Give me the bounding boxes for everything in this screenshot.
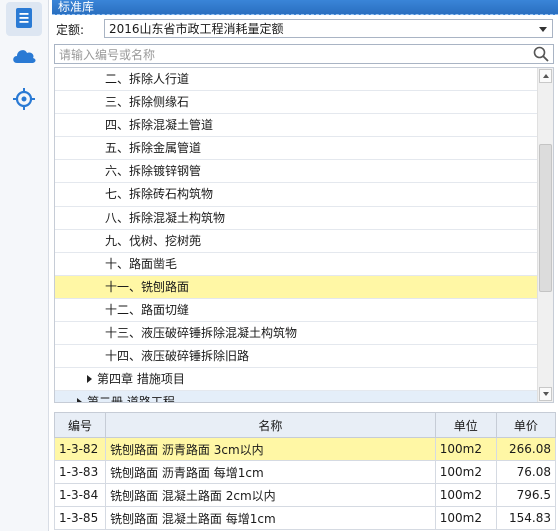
tree-item-label: 十、路面凿毛 <box>105 256 178 271</box>
cell-price: 154.83 <box>495 506 557 530</box>
expand-arrow-icon[interactable] <box>87 375 92 384</box>
cell-name: 铣刨路面 混凝土路面 每增1cm <box>105 506 436 530</box>
tree-item-label: 第二册 道路工程 <box>87 395 175 403</box>
tree-scrollbar[interactable] <box>537 68 553 402</box>
cell-code: 1-3-82 <box>53 437 107 461</box>
quota-item-table: 编号 名称 单位 单价 1-3-82 铣刨路面 沥青路面 3cm以内 100m2 26… <box>53 412 557 530</box>
quota-row: 定额: 2016山东省市政工程消耗量定额 <box>52 18 556 40</box>
standard-library-panel: 标准库 定额: 2016山东省市政工程消耗量定额 二、拆除人行道三、拆除侧缘石四… <box>52 0 558 531</box>
scroll-up-icon[interactable] <box>539 69 552 83</box>
tree-item-label: 十一、铣刨路面 <box>105 279 190 294</box>
tree-item[interactable]: 五、拆除金属管道 <box>55 137 539 161</box>
table-header-row: 编号 名称 单位 单价 <box>53 412 557 438</box>
tree-item[interactable]: 六、拆除镀锌钢管 <box>55 160 539 184</box>
tree-item[interactable]: 八、拆除混凝土构筑物 <box>55 207 539 230</box>
quota-select-value: 2016山东省市政工程消耗量定额 <box>109 22 284 36</box>
cell-unit: 100m2 <box>434 483 497 507</box>
chevron-down-icon <box>539 27 547 32</box>
tree-item-label: 八、拆除混凝土构筑物 <box>105 210 226 225</box>
col-price-header[interactable]: 单价 <box>495 412 557 438</box>
tree-item[interactable]: 十、路面凿毛 <box>55 253 539 276</box>
tree-item[interactable]: 七、拆除砖石构筑物 <box>55 183 539 207</box>
quota-select[interactable]: 2016山东省市政工程消耗量定额 <box>104 19 553 38</box>
tree-item[interactable]: 四、拆除混凝土管道 <box>55 114 539 138</box>
cell-name: 铣刨路面 沥青路面 3cm以内 <box>105 437 436 461</box>
table-body: 1-3-82 铣刨路面 沥青路面 3cm以内 100m2 266.08 1-3-83 铣刨… <box>53 437 557 530</box>
tree-item-label: 三、拆除侧缘石 <box>105 95 190 110</box>
tree-item-label: 九、伐树、挖树蔸 <box>105 233 202 248</box>
search-input[interactable] <box>55 45 521 64</box>
col-name-header[interactable]: 名称 <box>105 412 436 438</box>
tree-rows: 二、拆除人行道 三、拆除侧缘石四、拆除混凝土管道 五、拆除金属管道 六、拆除镀锌钢管七… <box>55 68 539 403</box>
library-list-button[interactable] <box>6 2 42 36</box>
search-box <box>54 44 554 64</box>
tree-item-label: 十四、液压破碎锤拆除旧路 <box>105 349 250 364</box>
tree-item[interactable]: 十三、液压破碎锤拆除混凝土构筑物 <box>55 322 539 346</box>
col-code-header[interactable]: 编号 <box>53 412 107 438</box>
scroll-down-icon[interactable] <box>539 387 552 401</box>
cell-name: 铣刨路面 沥青路面 每增1cm <box>105 460 436 484</box>
tree-item[interactable]: 十二、路面切缝 <box>55 299 539 323</box>
cell-code: 1-3-84 <box>53 483 107 507</box>
tree-item-label: 四、拆除混凝土管道 <box>105 118 214 133</box>
panel-title: 标准库 <box>52 0 558 15</box>
tree-item[interactable]: 十四、液压破碎锤拆除旧路 <box>55 345 539 369</box>
search-icon[interactable] <box>533 46 549 65</box>
tree-item-label: 六、拆除镀锌钢管 <box>105 164 202 179</box>
expand-arrow-icon[interactable] <box>77 398 82 402</box>
cell-price: 796.5 <box>495 483 557 507</box>
tree-item-label: 十三、液压破碎锤拆除混凝土构筑物 <box>105 326 298 341</box>
cell-code: 1-3-83 <box>53 460 107 484</box>
tree-item[interactable]: 第二册 道路工程 <box>55 391 539 403</box>
table-row[interactable]: 1-3-85 铣刨路面 混凝土路面 每增1cm 100m2 154.83 <box>53 506 557 530</box>
table-row[interactable]: 1-3-83 铣刨路面 沥青路面 每增1cm 100m2 76.08 <box>53 460 557 484</box>
quota-label: 定额: <box>56 22 85 37</box>
table-row[interactable]: 1-3-84 铣刨路面 混凝土路面 2cm以内 100m2 796.5 <box>53 483 557 507</box>
table-row[interactable]: 1-3-82 铣刨路面 沥青路面 3cm以内 100m2 266.08 <box>53 437 557 461</box>
cell-unit: 100m2 <box>434 506 497 530</box>
tree-item-label: 第四章 措施项目 <box>97 372 185 387</box>
locate-button[interactable] <box>6 83 42 117</box>
tree-item[interactable]: 二、拆除人行道 <box>55 68 539 92</box>
tree-item-label: 二、拆除人行道 <box>105 72 190 86</box>
tree-item[interactable]: 第四章 措施项目 <box>55 368 539 392</box>
cell-code: 1-3-85 <box>53 506 107 530</box>
cloud-button[interactable] <box>6 40 42 74</box>
cell-unit: 100m2 <box>434 460 497 484</box>
tree-item-label: 七、拆除砖石构筑物 <box>105 187 214 202</box>
tree-item[interactable]: 三、拆除侧缘石 <box>55 91 539 115</box>
cell-price: 76.08 <box>495 460 557 484</box>
left-rail <box>0 0 49 531</box>
col-unit-header[interactable]: 单位 <box>434 412 497 438</box>
cloud-icon <box>11 47 37 68</box>
tree-item-label: 五、拆除金属管道 <box>105 141 202 156</box>
cell-price: 266.08 <box>495 437 557 461</box>
locate-target-icon <box>12 87 36 114</box>
document-list-icon <box>13 7 35 32</box>
tree-item[interactable]: 十一、铣刨路面 <box>55 275 539 299</box>
tree-item[interactable]: 九、伐树、挖树蔸 <box>55 230 539 253</box>
chapter-tree: 二、拆除人行道 三、拆除侧缘石四、拆除混凝土管道 五、拆除金属管道 六、拆除镀锌钢管七… <box>54 67 554 403</box>
tree-item-label: 十二、路面切缝 <box>105 302 190 317</box>
scroll-thumb[interactable] <box>539 144 552 292</box>
cell-name: 铣刨路面 混凝土路面 2cm以内 <box>105 483 436 507</box>
cell-unit: 100m2 <box>434 437 497 461</box>
